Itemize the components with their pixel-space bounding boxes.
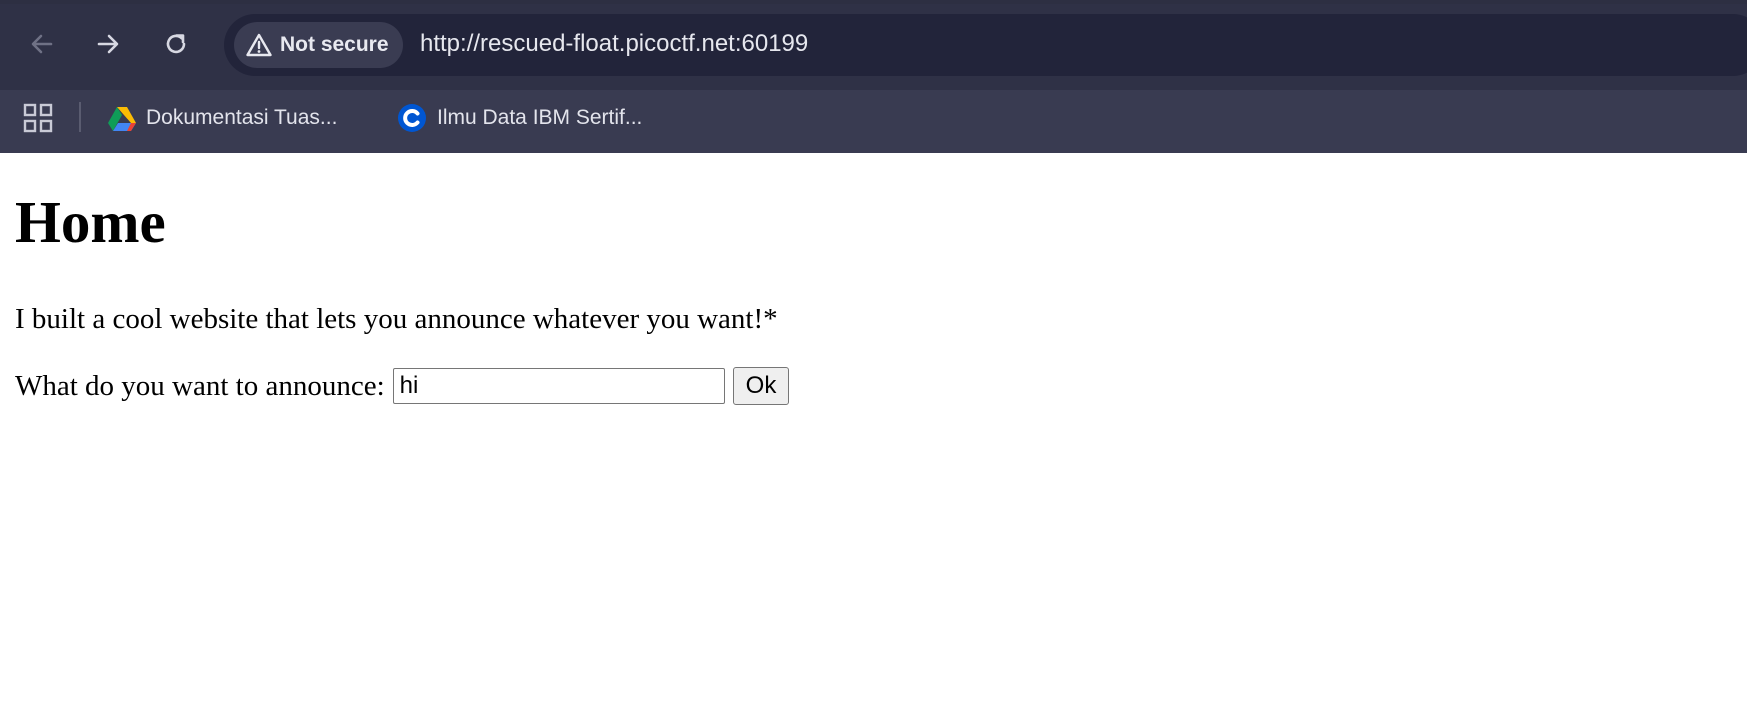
- announce-form: What do you want to announce: Ok: [15, 367, 790, 405]
- page-title: Home: [15, 189, 166, 255]
- bookmark-dokumentasi[interactable]: Dokumentasi Tuas...: [108, 98, 337, 138]
- bookmark-ilmu-data[interactable]: Ilmu Data IBM Sertif...: [397, 98, 642, 138]
- google-drive-icon: [108, 106, 136, 131]
- site-security-chip[interactable]: Not secure: [234, 22, 403, 68]
- forward-button[interactable]: [88, 24, 128, 64]
- bookmark-label: Ilmu Data IBM Sertif...: [437, 106, 643, 129]
- back-button[interactable]: [22, 24, 62, 64]
- address-bar[interactable]: Not secure http://rescued-float.picoctf.…: [224, 14, 1747, 76]
- intro-text: I built a cool website that lets you ann…: [15, 303, 778, 335]
- back-arrow-icon: [31, 34, 53, 54]
- browser-toolbar: Not secure http://rescued-float.picoctf.…: [0, 0, 1747, 90]
- apps-grid-icon: [23, 103, 53, 133]
- tab-strip-edge: [0, 0, 1747, 4]
- bookmarks-bar: Dokumentasi Tuas... Ilmu Data IBM Sertif…: [0, 90, 1747, 153]
- warning-triangle-icon: [246, 33, 272, 57]
- bookmarks-separator: [79, 102, 81, 132]
- apps-grid-button[interactable]: [22, 102, 54, 134]
- reload-button[interactable]: [156, 24, 196, 64]
- coursera-icon: [398, 104, 426, 132]
- ok-button[interactable]: Ok: [732, 367, 790, 405]
- announce-label: What do you want to announce:: [15, 369, 385, 402]
- security-label: Not secure: [280, 33, 389, 56]
- forward-arrow-icon: [97, 34, 119, 54]
- url-text[interactable]: http://rescued-float.picoctf.net:60199: [420, 30, 808, 58]
- bookmark-label: Dokumentasi Tuas...: [146, 106, 338, 129]
- reload-icon: [166, 34, 186, 54]
- announce-input[interactable]: [392, 368, 725, 404]
- browser-chrome: Not secure http://rescued-float.picoctf.…: [0, 0, 1747, 153]
- page-content: Home I built a cool website that lets yo…: [0, 153, 1747, 728]
